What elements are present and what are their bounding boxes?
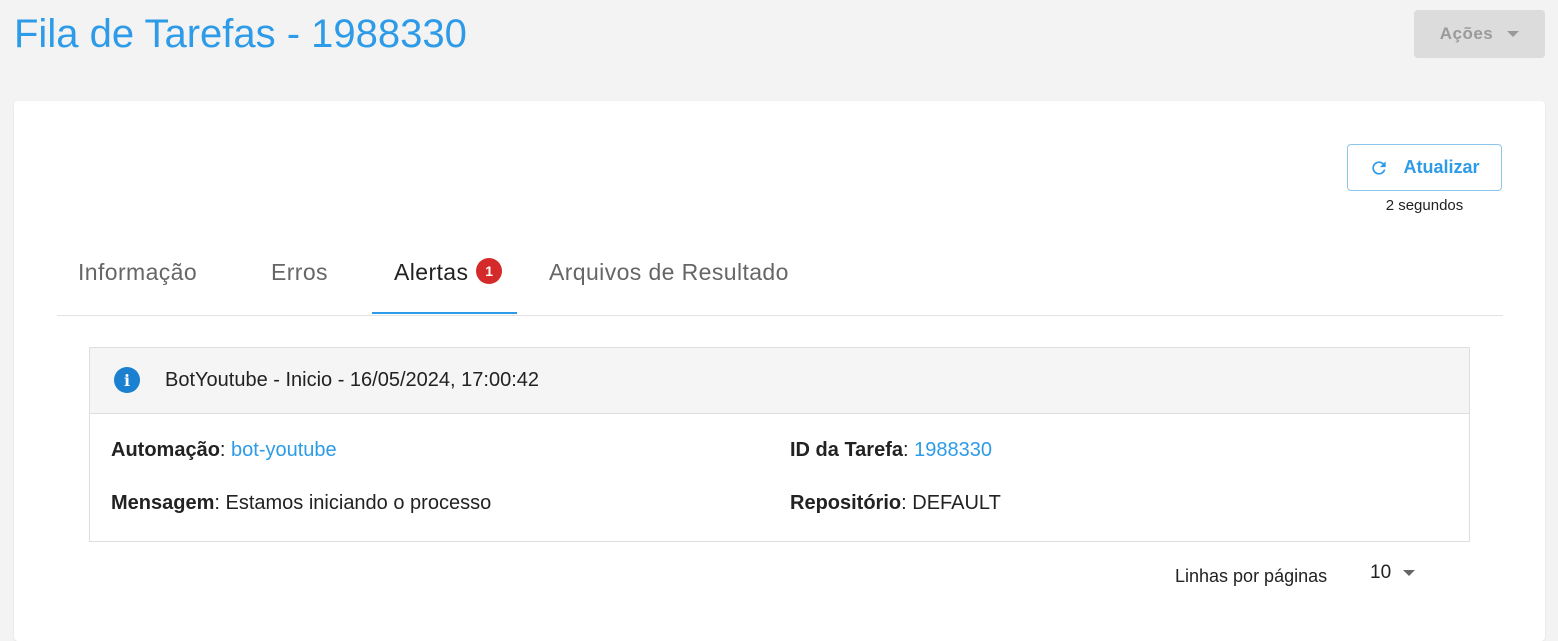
alert-header: i BotYoutube - Inicio - 16/05/2024, 17:0… (90, 348, 1469, 414)
message-field: Mensagem: Estamos iniciando o processo (111, 492, 492, 514)
repository-label: Repositório (790, 492, 902, 514)
automation-field: Automação: bot-youtube (111, 439, 337, 461)
automation-link[interactable]: bot-youtube (231, 439, 337, 461)
alert-item: i BotYoutube - Inicio - 16/05/2024, 17:0… (89, 347, 1470, 542)
actions-label: Ações (1439, 24, 1494, 43)
task-id-label: ID da Tarefa (790, 439, 903, 461)
info-icon: i (114, 367, 140, 393)
message-value: Estamos iniciando o processo (225, 492, 492, 514)
task-id-field: ID da Tarefa: 1988330 (790, 439, 992, 461)
caret-down-icon (1403, 570, 1416, 576)
automation-label: Automação (111, 439, 220, 461)
rows-per-page-select[interactable]: 10 (1370, 562, 1416, 584)
tab-erros[interactable]: Erros (271, 231, 328, 314)
refresh-icon (1369, 158, 1389, 178)
rows-per-page-value: 10 (1370, 562, 1392, 583)
actions-dropdown-button[interactable]: Ações (1414, 10, 1545, 58)
repository-field: Repositório: DEFAULT (790, 492, 1001, 514)
refresh-elapsed-time: 2 segundos (1385, 197, 1464, 214)
task-id-link[interactable]: 1988330 (914, 439, 992, 461)
refresh-button[interactable]: Atualizar (1347, 144, 1502, 191)
rows-per-page-label: Linhas por páginas (1175, 566, 1328, 586)
tab-label: Informação (78, 259, 198, 285)
active-tab-indicator (372, 312, 517, 314)
tab-bar: Informação Erros Alertas 1 Arquivos de R… (57, 231, 1503, 316)
tab-label: Arquivos de Resultado (549, 259, 789, 285)
task-card: Atualizar 2 segundos Informação Erros Al… (14, 101, 1545, 641)
tab-label: Alertas (394, 259, 469, 285)
refresh-label: Atualizar (1403, 157, 1480, 177)
tab-arquivos-de-resultado[interactable]: Arquivos de Resultado (549, 231, 789, 314)
repository-value: DEFAULT (912, 492, 1001, 514)
page-header: Fila de Tarefas - 1988330 Ações (0, 0, 1558, 80)
alert-title: BotYoutube - Inicio - 16/05/2024, 17:00:… (165, 369, 539, 391)
alert-count-badge: 1 (476, 257, 503, 284)
message-label: Mensagem (111, 492, 215, 514)
tab-alertas[interactable]: Alertas 1 (394, 231, 503, 314)
tab-label: Erros (271, 259, 328, 285)
page-title: Fila de Tarefas - 1988330 (14, 12, 467, 56)
caret-down-icon (1507, 31, 1520, 37)
tab-informacao[interactable]: Informação (78, 231, 197, 314)
